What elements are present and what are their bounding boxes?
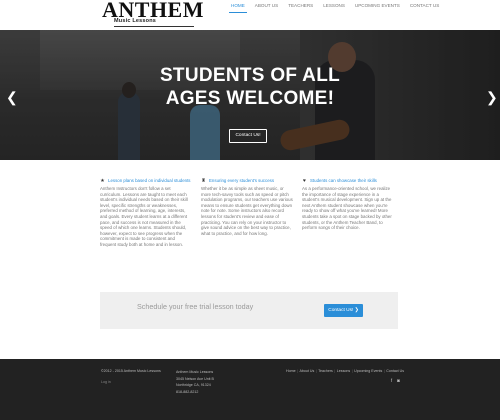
- footer-link-about-us[interactable]: About Us: [300, 369, 315, 373]
- copyright-text: ©2012 - 2015 Anthem Music Lessons: [101, 369, 161, 373]
- address-line: Northridge CA, 91324: [176, 383, 211, 387]
- footer-link-contact-us[interactable]: Contact Us: [386, 369, 404, 373]
- nav-teachers[interactable]: TEACHERS: [283, 3, 318, 13]
- footer-link-home[interactable]: Home: [286, 369, 296, 373]
- feature-showcase: ♥ Students can showcase their skills As …: [302, 177, 394, 231]
- feature-student-success: ♜ Ensuring every student's success Wheth…: [201, 177, 293, 236]
- footer-nav: Home | About Us | Teachers | Lessons | Upcom…: [286, 369, 404, 373]
- trial-lesson-banner: Schedule your free trial lesson today Co…: [100, 292, 398, 329]
- feature-body: Anthem Instructors don't follow a set cu…: [100, 186, 188, 247]
- feature-title: Ensuring every student's success: [209, 178, 275, 183]
- nav-about-us[interactable]: ABOUT US: [250, 3, 283, 13]
- feature-lesson-plans: ★ Lesson plans based on individual stude…: [100, 177, 192, 248]
- footer-link-upcoming-events[interactable]: Upcoming Events: [354, 369, 382, 373]
- feature-body: Whether it be as simple as sheet music, …: [201, 186, 293, 236]
- social-links: f ◙: [389, 378, 401, 383]
- feature-header: ♥ Students can showcase their skills: [302, 177, 394, 184]
- chevron-right-icon[interactable]: ❯: [486, 90, 498, 104]
- features-section: ★ Lesson plans based on individual stude…: [100, 177, 400, 287]
- nav-contact-us[interactable]: CONTACT US: [405, 3, 444, 13]
- facebook-icon[interactable]: f: [389, 378, 394, 383]
- hero-title: STUDENTS OF ALL AGES WELCOME!: [0, 64, 500, 110]
- feature-header: ★ Lesson plans based on individual stude…: [100, 177, 192, 184]
- hero-contact-button[interactable]: Contact Us!: [229, 129, 267, 143]
- footer-link-lessons[interactable]: Lessons: [337, 369, 350, 373]
- feature-header: ♜ Ensuring every student's success: [201, 177, 293, 184]
- nav-upcoming-events[interactable]: UPCOMING EVENTS: [350, 3, 405, 13]
- hero-title-line-1: STUDENTS OF ALL: [159, 65, 341, 86]
- brand-logo[interactable]: ANTHEM Music Lessons: [100, 0, 204, 28]
- phone-number[interactable]: 818-882-8212: [176, 389, 214, 396]
- star-icon: ★: [100, 177, 105, 184]
- hero-title-line-2: AGES WELCOME!: [165, 88, 335, 109]
- hero-slider: STUDENTS OF ALL AGES WELCOME! Contact Us…: [0, 30, 500, 160]
- login-link[interactable]: Log in: [101, 380, 111, 384]
- nav-home[interactable]: HOME: [226, 3, 250, 13]
- logo-divider: [114, 26, 194, 27]
- heart-icon: ♥: [303, 177, 306, 184]
- nav-lessons[interactable]: LESSONS: [318, 3, 350, 13]
- trophy-icon: ♜: [201, 177, 206, 184]
- chevron-left-icon[interactable]: ❮: [6, 90, 18, 104]
- feature-title: Students can showcase their skills: [310, 178, 377, 183]
- footer-address: Anthem Music Lessons 3045 Nelson Ave Uni…: [176, 369, 214, 395]
- site-header: ANTHEM Music Lessons HOME ABOUT US TEACH…: [0, 0, 500, 30]
- feature-body: As a performance-oriented school, we rea…: [302, 186, 392, 231]
- instagram-icon[interactable]: ◙: [396, 378, 401, 383]
- footer-link-teachers[interactable]: Teachers: [318, 369, 333, 373]
- address-line: Anthem Music Lessons: [176, 370, 214, 374]
- site-footer: ©2012 - 2015 Anthem Music Lessons Log in…: [0, 359, 500, 420]
- cta-text: Schedule your free trial lesson today: [137, 302, 254, 311]
- feature-title: Lesson plans based on individual student…: [108, 178, 191, 183]
- brand-tagline: Music Lessons: [114, 18, 157, 24]
- cta-contact-button[interactable]: Contact Us! ❯: [324, 304, 363, 317]
- main-nav: HOME ABOUT US TEACHERS LESSONS UPCOMING …: [226, 3, 444, 13]
